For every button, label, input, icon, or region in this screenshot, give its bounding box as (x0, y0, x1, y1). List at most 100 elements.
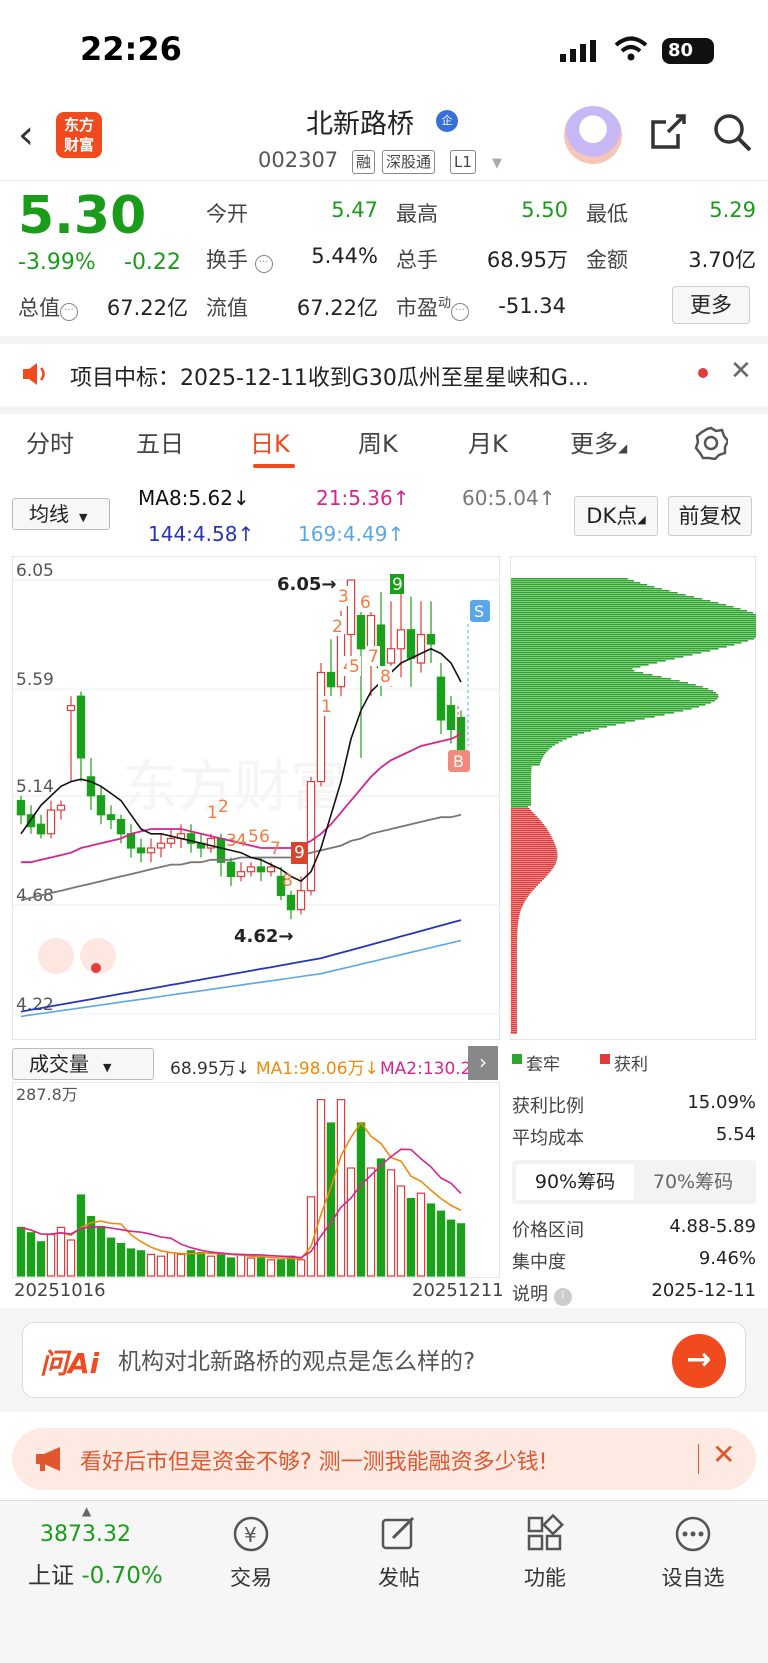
close-icon[interactable]: ✕ (730, 356, 752, 386)
chip-bar (511, 950, 518, 952)
svg-text:¥: ¥ (244, 1523, 257, 1547)
tab-chip-90[interactable]: 90%筹码 (516, 1164, 634, 1200)
volume-chart[interactable]: 287.8万 (12, 1082, 500, 1278)
pe-info-icon[interactable]: ··· (451, 303, 470, 321)
candle-body (446, 705, 456, 731)
gear-icon[interactable] (694, 426, 728, 460)
info-icon[interactable]: i (553, 1288, 572, 1306)
chip-bar (511, 730, 592, 732)
candle-body (166, 837, 176, 844)
chip-bar (511, 940, 518, 942)
chip-bar (511, 792, 532, 794)
volume-bar (456, 1223, 466, 1277)
chip-bar (511, 824, 545, 826)
code-dropdown-icon[interactable]: ▼ (492, 156, 502, 171)
index-info[interactable]: 上证 -0.70% (28, 1556, 163, 1590)
chip-bar (511, 942, 518, 944)
nav-post[interactable]: 发帖 (354, 1514, 444, 1592)
chip-bar (511, 638, 755, 640)
volume-bar (346, 1167, 356, 1277)
tab-intraday[interactable]: 分时 (26, 424, 74, 459)
ma-selector[interactable]: 均线 ▼ (12, 498, 110, 530)
chip-bar (511, 648, 719, 650)
volume-bar (366, 1167, 376, 1277)
ma169-value: 169:4.49↑ (298, 522, 405, 546)
chip-distribution-chart (510, 556, 756, 1040)
arrow-right-icon[interactable]: → (672, 1334, 726, 1388)
low-value: 5.29 (709, 198, 756, 222)
chip-bar (511, 630, 756, 632)
stock-code: 002307 (258, 148, 339, 172)
chip-bar (511, 954, 518, 956)
index-value[interactable]: 3873.32 (40, 1522, 131, 1547)
expand-chevron-icon[interactable]: › (468, 1046, 498, 1080)
search-icon[interactable] (712, 112, 754, 154)
tab-chip-70[interactable]: 70%筹码 (634, 1164, 752, 1200)
chip-bar (511, 838, 553, 840)
tab-more[interactable]: 更多◢ (570, 424, 627, 459)
chip-bar (511, 960, 518, 962)
chip-bar (511, 594, 686, 596)
robot-assistant-icon[interactable] (564, 106, 622, 164)
chip-bar (511, 1020, 517, 1022)
news-headline[interactable]: 项目中标：2025-12-11收到G30瓜州至星星峡和G... (70, 360, 670, 392)
volume-bar (116, 1243, 126, 1277)
volume-bar (36, 1241, 46, 1277)
chip-bar (511, 606, 734, 608)
turnover-info-icon[interactable]: ··· (254, 255, 273, 273)
chip-bar (511, 986, 518, 988)
chip-bar (511, 782, 532, 784)
chip-bar (511, 840, 554, 842)
chip-bar (511, 596, 694, 598)
volume-bar (136, 1250, 146, 1277)
chip-bar (511, 742, 559, 744)
chip-bar (511, 628, 756, 630)
chip-bar (511, 688, 709, 690)
ai-prompt[interactable]: 机构对北新路桥的观点是怎么样的? (118, 1342, 475, 1376)
chip-bar (511, 622, 756, 624)
chip-bar (511, 886, 537, 888)
td-count-up: 1 (321, 697, 332, 717)
chip-bar (511, 976, 518, 978)
chip-bar (511, 1010, 517, 1012)
nav-add-watchlist[interactable]: 设自选 (648, 1514, 738, 1592)
more-dots-icon (675, 1516, 711, 1552)
chip-bar (511, 858, 558, 860)
td-count-up: 7 (368, 647, 379, 667)
chip-bar (511, 1026, 517, 1028)
chip-bar (511, 890, 533, 892)
tab-five-day[interactable]: 五日 (136, 424, 184, 459)
open-value: 5.47 (331, 198, 378, 222)
tab-daily-k[interactable]: 日K (250, 424, 290, 459)
concentration-label: 集中度 (512, 1252, 566, 1273)
candle-body (66, 705, 76, 712)
chip-bar (511, 920, 519, 922)
volume-bar (326, 1122, 336, 1277)
more-quote-button[interactable]: 更多 (672, 286, 750, 324)
chevron-double-icon (38, 938, 74, 974)
volume-indicator-selector[interactable]: 成交量 ▼ (12, 1048, 154, 1080)
chip-bar (511, 756, 544, 758)
chip-bar (511, 578, 628, 580)
back-arrow-icon[interactable]: ‹ (18, 112, 34, 158)
promo-text[interactable]: 看好后市但是资金不够? 测一测我能融资多少钱! (80, 1444, 548, 1476)
share-icon[interactable] (648, 112, 688, 152)
mktcap-info-icon[interactable]: ··· (60, 303, 78, 321)
tab-monthly-k[interactable]: 月K (468, 424, 508, 459)
chip-bar (511, 590, 670, 592)
chip-bar (511, 1000, 517, 1002)
close-icon[interactable]: ✕ (712, 1438, 735, 1471)
nav-trade[interactable]: ¥ 交易 (206, 1514, 296, 1592)
forward-adjust-button[interactable]: 前复权 (668, 496, 752, 536)
nav-functions[interactable]: 功能 (500, 1513, 590, 1592)
kline-chart[interactable]: 6.055.595.144.684.22 东方财富 6.05→4.62→1234… (12, 556, 500, 1040)
volume-bar (446, 1219, 456, 1277)
dropdown-triangle-icon: ◢ (637, 513, 646, 526)
dk-point-button[interactable]: DK点◢ (574, 496, 658, 536)
low-label: 最低 (586, 202, 628, 226)
td-count-up: 6 (360, 593, 371, 613)
tab-weekly-k[interactable]: 周K (358, 424, 398, 459)
td-count-up: 3 (338, 587, 349, 607)
candle-body (416, 633, 426, 664)
chip-bar (511, 878, 544, 880)
